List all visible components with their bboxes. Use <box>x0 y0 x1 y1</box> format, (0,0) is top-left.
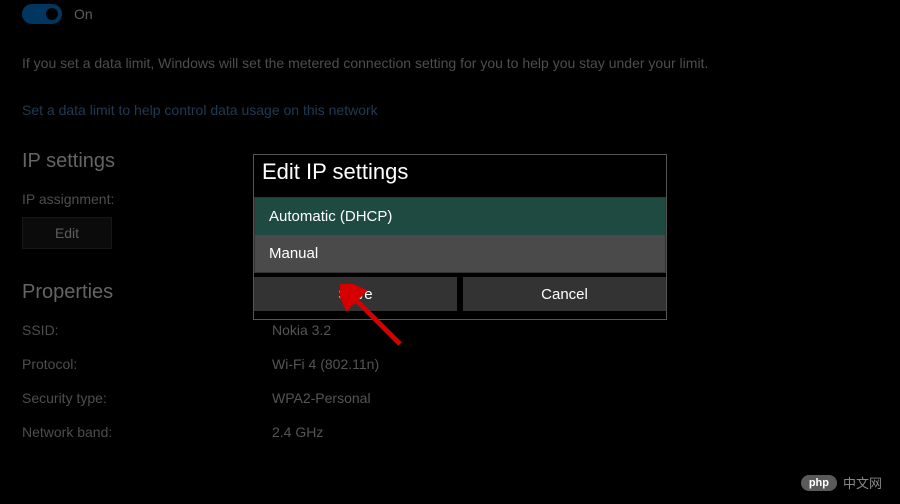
property-row: Network band:2.4 GHz <box>22 424 878 440</box>
property-value: 2.4 GHz <box>272 424 323 440</box>
watermark: php 中文网 <box>801 473 882 492</box>
edit-button[interactable]: Edit <box>22 217 112 249</box>
save-button[interactable]: Save <box>254 277 457 311</box>
property-label: Security type: <box>22 390 272 406</box>
toggle-state-label: On <box>74 6 93 22</box>
watermark-text: 中文网 <box>843 473 882 492</box>
property-value: WPA2-Personal <box>272 390 371 406</box>
property-row: Protocol:Wi-Fi 4 (802.11n) <box>22 356 878 372</box>
property-label: SSID: <box>22 322 272 338</box>
property-label: Network band: <box>22 424 272 440</box>
property-value: Wi-Fi 4 (802.11n) <box>272 356 379 372</box>
option-automatic-dhcp[interactable]: Automatic (DHCP) <box>255 198 665 235</box>
property-label: Protocol: <box>22 356 272 372</box>
option-manual[interactable]: Manual <box>255 235 665 272</box>
ip-assignment-label: IP assignment: <box>22 191 272 207</box>
property-row: SSID:Nokia 3.2 <box>22 322 878 338</box>
metered-description: If you set a data limit, Windows will se… <box>22 54 878 74</box>
dialog-buttons: Save Cancel <box>254 277 666 311</box>
property-row: Security type:WPA2-Personal <box>22 390 878 406</box>
property-value: Nokia 3.2 <box>272 322 331 338</box>
watermark-badge: php <box>801 475 837 491</box>
metered-toggle[interactable] <box>22 4 62 24</box>
data-limit-link[interactable]: Set a data limit to help control data us… <box>22 102 878 118</box>
cancel-button[interactable]: Cancel <box>463 277 666 311</box>
dialog-title: Edit IP settings <box>254 155 666 197</box>
toggle-knob <box>46 8 58 20</box>
edit-ip-settings-dialog: Edit IP settings Automatic (DHCP) Manual… <box>253 154 667 320</box>
ip-mode-dropdown: Automatic (DHCP) Manual <box>254 197 666 273</box>
metered-toggle-row: On <box>22 4 878 24</box>
